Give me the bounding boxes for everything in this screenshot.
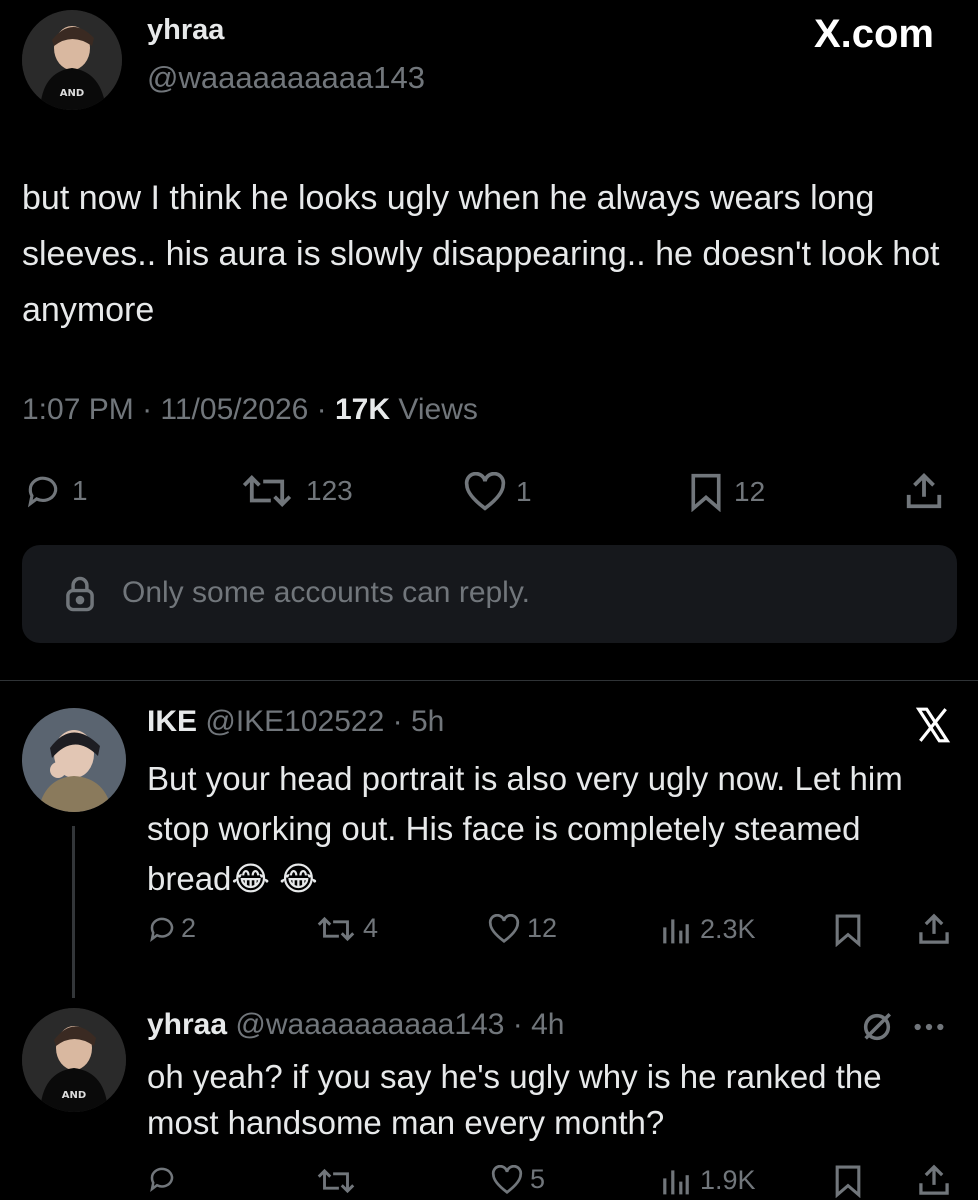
views-label: Views	[398, 393, 478, 426]
reply-button[interactable]: 1	[22, 472, 88, 510]
avatar[interactable]	[22, 708, 126, 812]
handle[interactable]: @waaaaaaaaaa143	[147, 60, 425, 96]
thread-line	[72, 826, 75, 998]
share-icon[interactable]	[916, 911, 952, 947]
bookmark-button[interactable]: 12	[686, 472, 765, 512]
bookmark-icon[interactable]	[832, 1164, 864, 1198]
meta-dot: ·	[392, 705, 403, 738]
meta-dot: ·	[316, 393, 335, 426]
bookmark-count: 12	[734, 476, 766, 507]
reply-time[interactable]: 4h	[531, 1008, 564, 1041]
svg-text:AND: AND	[62, 1090, 86, 1101]
display-name[interactable]: yhraa	[147, 14, 224, 47]
bookmark-icon	[686, 472, 726, 512]
reply-icon	[22, 472, 64, 510]
like-count: 5	[530, 1164, 546, 1194]
like-count: 12	[527, 913, 558, 943]
reply-icon	[147, 914, 177, 944]
more-icon[interactable]	[912, 1020, 946, 1034]
repost-icon	[236, 472, 298, 510]
repost-count: 4	[363, 913, 379, 943]
reply-count: 2	[181, 913, 197, 943]
tweet-text: but now I think he looks ugly when he al…	[22, 179, 940, 329]
repost-button[interactable]: 123	[236, 472, 353, 510]
x-logo-icon	[913, 706, 953, 744]
muted-icon	[860, 1010, 894, 1044]
tweet-meta: 1:07 PM · 11/05/2026 · 17K Views	[22, 393, 478, 427]
lock-icon	[62, 575, 98, 613]
repost-button[interactable]: 4	[313, 913, 378, 944]
reply-2-text: oh yeah? if you say he's ugly why is he …	[147, 1058, 882, 1141]
views-count: 17K	[335, 393, 391, 426]
avatar[interactable]: AND	[22, 1008, 126, 1112]
svg-text:AND: AND	[60, 88, 84, 99]
avatar[interactable]: AND	[22, 10, 122, 110]
display-name[interactable]: IKE	[147, 705, 197, 738]
reply-1-header: IKE @IKE102522 · 5h	[147, 705, 444, 739]
reply-count: 1	[72, 475, 88, 506]
repost-icon	[313, 914, 359, 944]
handle[interactable]: @waaaaaaaaaa143	[235, 1008, 504, 1041]
views-icon	[660, 1164, 692, 1196]
like-count: 1	[516, 476, 532, 507]
reply-1-text: But your head portrait is also very ugly…	[147, 760, 903, 897]
reply-time[interactable]: 5h	[411, 705, 444, 738]
meta-dot: ·	[512, 1008, 523, 1041]
tweet-date[interactable]: 11/05/2026	[160, 393, 308, 426]
repost-icon[interactable]	[313, 1166, 359, 1196]
x-watermark: X.com	[813, 12, 934, 56]
share-icon[interactable]	[902, 470, 946, 512]
like-button[interactable]: 12	[487, 913, 557, 944]
views-icon	[660, 913, 692, 945]
views-count: 1.9K	[700, 1164, 756, 1195]
reply-icon[interactable]	[147, 1164, 177, 1194]
repost-count: 123	[306, 475, 353, 506]
reply-restriction-box: Only some accounts can reply.	[22, 545, 957, 643]
share-icon[interactable]	[916, 1162, 952, 1198]
display-name[interactable]: yhraa	[147, 1008, 227, 1041]
like-icon	[490, 1164, 524, 1195]
bookmark-icon[interactable]	[832, 913, 864, 947]
reply-restriction-text: Only some accounts can reply.	[122, 576, 530, 609]
like-icon	[487, 913, 521, 944]
views-count: 2.3K	[700, 913, 756, 944]
meta-dot: ·	[142, 393, 161, 426]
like-button[interactable]: 1	[462, 472, 532, 512]
reply-button[interactable]: 2	[147, 913, 196, 944]
views-button[interactable]: 2.3K	[660, 913, 756, 945]
divider	[0, 680, 978, 681]
views-button[interactable]: 1.9K	[660, 1164, 756, 1196]
like-icon	[462, 472, 508, 512]
like-button[interactable]: 5	[490, 1164, 545, 1195]
handle[interactable]: @IKE102522	[205, 705, 384, 738]
tweet-time[interactable]: 1:07 PM	[22, 393, 134, 426]
reply-2-header: yhraa @waaaaaaaaaa143 · 4h	[147, 1008, 565, 1042]
